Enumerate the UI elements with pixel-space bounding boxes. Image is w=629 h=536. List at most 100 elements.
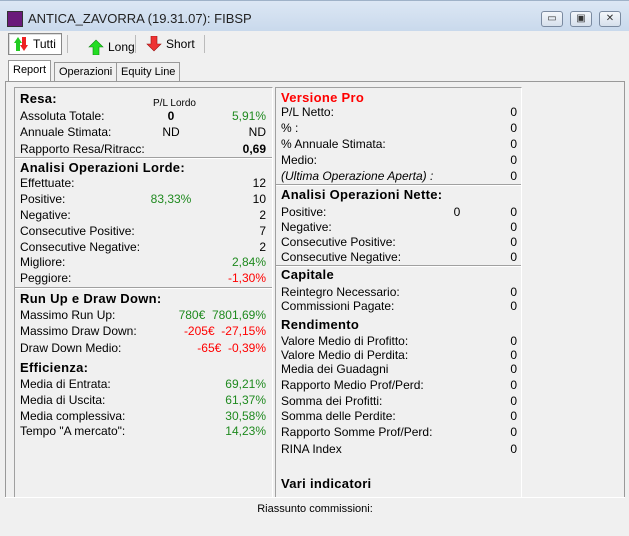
row-value: 0 xyxy=(510,235,517,249)
row-value: -205€ -27,15% xyxy=(183,324,266,338)
row-value: 10 xyxy=(252,192,266,206)
row-label: Draw Down Medio: xyxy=(20,341,122,355)
row-value: 7 xyxy=(259,224,266,238)
row-mid-value: 83,33% xyxy=(150,192,192,206)
toolbar-separator xyxy=(135,35,136,53)
row-value: 69,21% xyxy=(225,377,266,391)
row-value: 780€ 7801,69% xyxy=(178,308,266,322)
row-value: 0 xyxy=(510,169,517,183)
long-label: Long xyxy=(108,40,135,54)
section-header: Resa: xyxy=(20,91,57,106)
tab-report[interactable]: Report xyxy=(8,60,52,82)
row-label: Rapporto Resa/Ritracc: xyxy=(20,142,145,156)
row-label: (Ultima Operazione Aperta) : xyxy=(281,169,434,183)
section-header: Capitale xyxy=(281,267,334,282)
toolbar-separator xyxy=(204,35,205,53)
short-button[interactable]: Short xyxy=(142,33,199,55)
section-header: Analisi Operazioni Lorde: xyxy=(20,160,185,175)
row-value: 0 xyxy=(510,153,517,167)
maximize-button[interactable]: ▣ xyxy=(570,11,592,27)
row-mid-value: ND xyxy=(162,125,180,139)
section-header: Run Up e Draw Down: xyxy=(20,291,162,306)
row-value: 2 xyxy=(259,208,266,222)
row-value: 30,58% xyxy=(225,409,266,423)
section-header: Analisi Operazioni Nette: xyxy=(281,187,443,202)
row-label: Annuale Stimata: xyxy=(20,125,112,139)
row-value: 0,69 xyxy=(242,142,266,156)
row-label: Media dei Guadagni xyxy=(281,362,389,376)
row-label: Migliore: xyxy=(20,255,66,269)
long-button[interactable]: Long xyxy=(84,36,139,58)
down-arrow-icon xyxy=(146,35,162,52)
row-label: Consecutive Negative: xyxy=(20,240,141,254)
row-mid-value: 0 xyxy=(453,205,461,219)
window-title: ANTICA_ZAVORRA (19.31.07): FIBSP xyxy=(28,11,252,26)
row-label: Media di Uscita: xyxy=(20,393,106,407)
toolbar-separator xyxy=(67,35,68,53)
short-label: Short xyxy=(166,37,195,51)
section-divider xyxy=(15,157,272,159)
up-down-arrows-icon xyxy=(13,36,29,52)
row-value: 0 xyxy=(510,442,517,456)
tab-operazioni[interactable]: Operazioni xyxy=(54,62,118,81)
row-label: Rapporto Somme Prof/Perd: xyxy=(281,425,433,439)
row-label: Commissioni Pagate: xyxy=(281,299,395,313)
row-label: Negative: xyxy=(281,220,332,234)
close-button[interactable]: ✕ xyxy=(599,11,621,27)
row-label: Positive: xyxy=(20,192,66,206)
row-label: Positive: xyxy=(281,205,327,219)
row-value: -65€ -0,39% xyxy=(197,341,266,355)
row-label: RINA Index xyxy=(281,442,342,456)
row-value: 61,37% xyxy=(225,393,266,407)
row-value: 0 xyxy=(510,137,517,151)
right-report-panel: Versione Pro P/L Netto: 0% :0% Annuale Sti… xyxy=(275,87,522,497)
row-value: 0 xyxy=(510,378,517,392)
row-label: % : xyxy=(281,121,299,135)
section-header: Vari indicatori xyxy=(281,476,372,491)
row-label: P/L Netto: xyxy=(281,105,334,119)
row-value: -1,30% xyxy=(227,271,266,285)
row-label: % Annuale Stimata: xyxy=(281,137,386,151)
row-value: 0 xyxy=(510,121,517,135)
row-value: 0 xyxy=(510,299,517,313)
row-label: Medio: xyxy=(281,153,318,167)
row-label: Media complessiva: xyxy=(20,409,126,423)
row-label: Massimo Run Up: xyxy=(20,308,116,322)
row-label: Effettuate: xyxy=(20,176,75,190)
row-label: Peggiore: xyxy=(20,271,72,285)
row-label: Media di Entrata: xyxy=(20,377,111,391)
row-label: Consecutive Positive: xyxy=(281,235,396,249)
row-value: 0 xyxy=(510,362,517,376)
section-header: Rendimento xyxy=(281,317,360,332)
minimize-button[interactable]: ▭ xyxy=(541,11,563,27)
row-value: 2 xyxy=(259,240,266,254)
status-area: Riassunto commissioni: xyxy=(5,497,625,535)
row-value: 0 xyxy=(510,250,517,264)
row-label: Assoluta Totale: xyxy=(20,109,105,123)
row-label: Negative: xyxy=(20,208,71,222)
commissions-summary-label: Riassunto commissioni: xyxy=(257,503,373,515)
app-chart-icon xyxy=(7,11,23,27)
row-value: 0 xyxy=(510,205,517,219)
row-value: 0 xyxy=(510,409,517,423)
row-label: Tempo "A mercato": xyxy=(20,424,126,438)
row-label: Somma delle Perdite: xyxy=(281,409,396,423)
section-divider xyxy=(276,184,521,186)
row-label: Massimo Draw Down: xyxy=(20,324,137,338)
row-value: 0 xyxy=(510,394,517,408)
tutti-label: Tutti xyxy=(33,37,56,51)
row-mid-value: 0 xyxy=(167,109,175,123)
row-label: Rapporto Medio Prof/Perd: xyxy=(281,378,424,392)
row-value: ND xyxy=(248,125,266,139)
tab-equity-line[interactable]: Equity Line xyxy=(116,62,181,81)
row-label: Consecutive Positive: xyxy=(20,224,135,238)
section-header: Efficienza: xyxy=(20,360,89,375)
tutti-button[interactable]: Tutti xyxy=(8,33,62,55)
row-label: Consecutive Negative: xyxy=(281,250,402,264)
up-arrow-icon xyxy=(88,39,104,56)
section-divider xyxy=(15,287,272,289)
row-value: 12 xyxy=(252,176,266,190)
left-report-panel: P/L Lordo Resa: Assoluta Totale: 0 5,91% Ann… xyxy=(14,87,273,497)
row-value: 5,91% xyxy=(231,109,266,123)
row-label: Somma dei Profitti: xyxy=(281,394,383,408)
